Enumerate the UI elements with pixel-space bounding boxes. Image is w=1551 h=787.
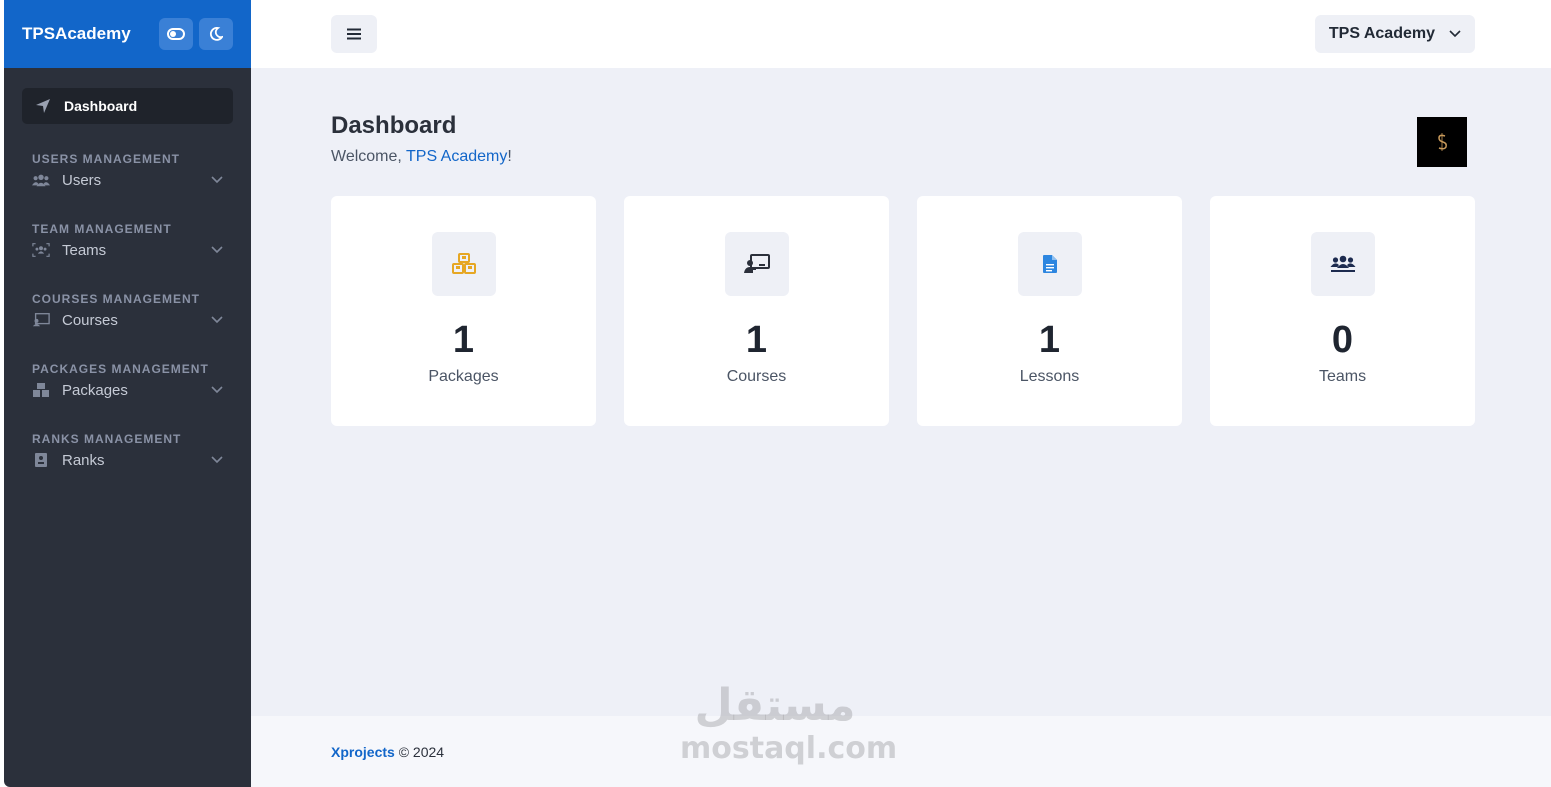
hamburger-icon xyxy=(347,28,361,40)
toggle-sidebar-button[interactable] xyxy=(159,18,193,50)
app: TPSAcademy Dashboard USERS MANAGEMENT Us… xyxy=(4,0,1551,787)
dark-mode-button[interactable] xyxy=(199,18,233,50)
side-nav: Dashboard USERS MANAGEMENT Users TEAM MA… xyxy=(4,68,251,474)
chevron-down-icon xyxy=(211,246,223,254)
avatar-logo-icon xyxy=(1438,133,1447,151)
footer-copyright: © 2024 xyxy=(394,743,445,760)
sidebar-item-label: Packages xyxy=(62,381,128,399)
cubes-icon xyxy=(451,253,476,274)
main-area: TPS Academy Dashboard Welcome, TPS Acade… xyxy=(251,0,1551,787)
stats-cards: 1 Packages 1 Courses 1 Lessons 0 Teams xyxy=(331,196,1475,426)
footer-link[interactable]: Xprojects xyxy=(331,744,395,760)
chalkboard-teacher-icon xyxy=(743,254,770,273)
chevron-down-icon xyxy=(1449,30,1461,38)
id-badge-icon xyxy=(32,451,50,469)
moon-icon xyxy=(209,27,223,41)
footer: Xprojects © 2024 xyxy=(251,716,1551,787)
sidebar-item-label: Ranks xyxy=(62,451,105,469)
toggle-icon xyxy=(167,28,185,40)
card-icon-box xyxy=(724,232,789,296)
welcome-user-link[interactable]: TPS Academy xyxy=(406,148,507,165)
section-title-ranks: RANKS MANAGEMENT xyxy=(32,432,182,446)
card-label: Lessons xyxy=(1019,368,1080,385)
card-icon-box xyxy=(1017,232,1082,296)
account-dropdown[interactable]: TPS Academy xyxy=(1314,15,1475,53)
chalkboard-icon xyxy=(32,311,50,329)
location-arrow-icon xyxy=(34,97,52,115)
card-label: Courses xyxy=(726,368,787,385)
welcome-suffix: ! xyxy=(507,148,512,165)
menu-toggle-button[interactable] xyxy=(331,15,377,53)
card-value: 1 xyxy=(1038,319,1061,361)
sidebar-item-label: Courses xyxy=(62,311,118,329)
stat-card-teams[interactable]: 0 Teams xyxy=(1210,196,1475,426)
account-name: TPS Academy xyxy=(1328,25,1435,42)
sidebar-item-label: Dashboard xyxy=(64,98,138,114)
cubes-icon xyxy=(32,381,50,399)
chevron-down-icon xyxy=(211,176,223,184)
team-icon xyxy=(32,241,50,259)
dashboard-content: Dashboard Welcome, TPS Academy! 1 Packag… xyxy=(251,68,1551,426)
sidebar-item-courses[interactable]: Courses xyxy=(22,306,233,334)
sidebar-item-label: Users xyxy=(62,171,102,189)
chevron-down-icon xyxy=(211,316,223,324)
chevron-down-icon xyxy=(211,386,223,394)
topbar: TPS Academy xyxy=(251,0,1551,68)
card-value: 1 xyxy=(745,319,768,361)
sidebar-item-label: Teams xyxy=(62,241,107,259)
sidebar-item-teams[interactable]: Teams xyxy=(22,236,233,264)
card-value: 1 xyxy=(452,319,475,361)
avatar[interactable] xyxy=(1417,117,1467,167)
page-title: Dashboard xyxy=(331,112,457,139)
card-label: Teams xyxy=(1318,368,1367,385)
sidebar-item-dashboard[interactable]: Dashboard xyxy=(22,88,233,124)
chevron-down-icon xyxy=(211,456,223,464)
section-title-teams: TEAM MANAGEMENT xyxy=(32,222,172,236)
welcome-message: Welcome, TPS Academy! xyxy=(331,148,512,166)
stat-card-courses[interactable]: 1 Courses xyxy=(624,196,889,426)
section-title-courses: COURSES MANAGEMENT xyxy=(32,292,201,306)
stat-card-lessons[interactable]: 1 Lessons xyxy=(917,196,1182,426)
sidebar-item-ranks[interactable]: Ranks xyxy=(22,446,233,474)
section-title-packages: PACKAGES MANAGEMENT xyxy=(32,362,209,376)
watermark-arabic: مستقل xyxy=(694,680,856,731)
sidebar-item-users[interactable]: Users xyxy=(22,166,233,194)
card-icon-box xyxy=(431,232,496,296)
page-header: Dashboard Welcome, TPS Academy! xyxy=(331,112,1475,196)
section-title-users: USERS MANAGEMENT xyxy=(32,152,181,166)
card-label: Packages xyxy=(428,368,499,385)
file-icon xyxy=(1042,255,1057,273)
sidebar-header: TPSAcademy xyxy=(4,0,251,68)
brand-logo[interactable]: TPSAcademy xyxy=(22,24,131,44)
watermark: مستقل mostaql.com xyxy=(680,680,898,772)
stat-card-packages[interactable]: 1 Packages xyxy=(331,196,596,426)
card-icon-box xyxy=(1310,232,1375,296)
sidebar: TPSAcademy Dashboard USERS MANAGEMENT Us… xyxy=(4,0,251,787)
users-icon xyxy=(1330,255,1355,272)
welcome-prefix: Welcome, xyxy=(331,148,406,165)
card-value: 0 xyxy=(1331,319,1354,361)
sidebar-item-packages[interactable]: Packages xyxy=(22,376,233,404)
header-buttons xyxy=(159,18,233,50)
users-icon xyxy=(32,171,50,189)
watermark-latin: mostaql.com xyxy=(680,731,898,766)
